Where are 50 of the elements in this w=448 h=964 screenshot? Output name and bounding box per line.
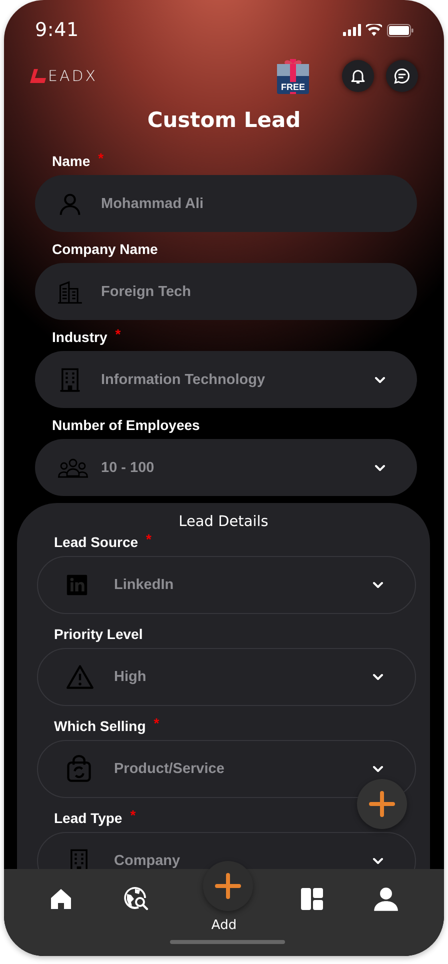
input-field[interactable]: Mohammad Ali xyxy=(35,175,417,232)
globe-search-icon xyxy=(122,885,150,913)
dropdown-field[interactable]: 10 - 100 xyxy=(35,439,417,496)
required-mark: * xyxy=(115,326,121,342)
logo-mark-icon xyxy=(30,69,46,83)
dropdown-field[interactable]: Company xyxy=(37,832,416,869)
messages-button[interactable] xyxy=(386,60,418,92)
dashboard-tab[interactable] xyxy=(300,887,324,911)
explore-tab[interactable] xyxy=(122,885,150,913)
add-label: Add xyxy=(211,918,237,933)
shopping-bag-icon xyxy=(66,755,92,783)
plus-icon xyxy=(369,791,395,817)
notifications-button[interactable] xyxy=(342,60,374,92)
home-icon xyxy=(48,887,73,911)
promo-gift[interactable]: FREE xyxy=(276,57,310,95)
person-icon xyxy=(373,886,400,912)
dropdown-field[interactable]: Information Technology xyxy=(35,351,417,408)
battery-icon xyxy=(387,24,414,36)
plus-icon xyxy=(215,873,241,899)
required-mark: * xyxy=(130,807,136,823)
buildings-icon xyxy=(57,278,83,304)
field-label: Number of Employees xyxy=(52,417,200,433)
field-label: Lead Type xyxy=(54,810,122,826)
profile-tab[interactable] xyxy=(373,886,400,912)
bell-icon xyxy=(349,67,367,85)
input-field[interactable]: Foreign Tech xyxy=(35,263,417,320)
free-label: FREE xyxy=(279,82,307,92)
field-label: Lead Source xyxy=(54,534,138,550)
field-label: Industry xyxy=(52,329,108,345)
linkedin-icon xyxy=(66,574,88,596)
required-mark: * xyxy=(98,150,104,166)
dropdown-field[interactable]: Product/Service xyxy=(37,740,416,798)
signal-icon xyxy=(343,24,361,36)
dashboard-icon xyxy=(300,887,324,911)
warning-icon xyxy=(66,664,94,690)
logo: EADX xyxy=(30,67,98,85)
field-label: Company Name xyxy=(52,241,158,257)
wifi-icon xyxy=(366,24,382,36)
field-label: Priority Level xyxy=(54,626,143,642)
field-label: Name xyxy=(52,153,90,169)
section-title: Lead Details xyxy=(178,514,268,530)
page-title: Custom Lead xyxy=(147,108,301,132)
status-time: 9:41 xyxy=(35,19,79,41)
required-mark: * xyxy=(146,531,152,547)
chat-icon xyxy=(393,67,411,85)
home-tab[interactable] xyxy=(48,887,73,911)
required-mark: * xyxy=(154,715,160,731)
dropdown-field[interactable]: LinkedIn xyxy=(37,556,416,614)
dropdown-field[interactable]: High xyxy=(37,648,416,706)
field-label: Which Selling xyxy=(54,718,146,734)
